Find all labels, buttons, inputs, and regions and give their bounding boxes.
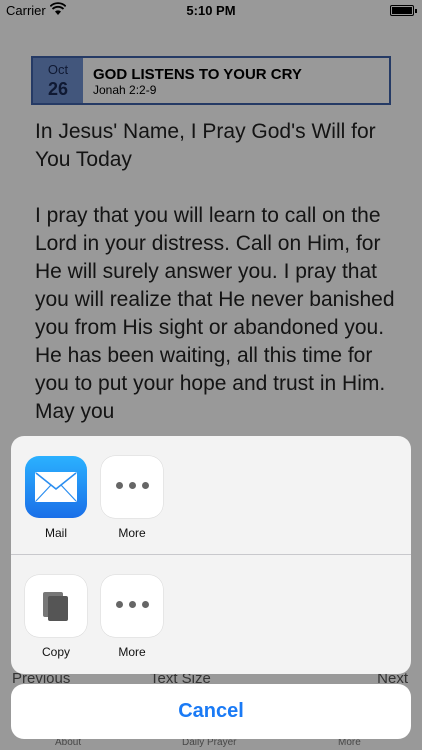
copy-label: Copy (41, 645, 70, 659)
share-mail-label: Mail (44, 526, 67, 540)
more-icon (101, 456, 163, 518)
more-icon (101, 575, 163, 637)
share-more-apps-label: More (118, 526, 146, 540)
copy-button[interactable]: Copy (25, 575, 87, 659)
share-mail-button[interactable]: Mail (25, 456, 87, 540)
cancel-button[interactable]: Cancel (11, 684, 411, 739)
copy-icon (25, 575, 87, 637)
share-more-actions-button[interactable]: More (101, 575, 163, 659)
share-sheet: Mail More Copy More (11, 436, 411, 674)
share-more-apps-button[interactable]: More (101, 456, 163, 540)
share-apps-row: Mail More (11, 436, 411, 554)
share-more-actions-label: More (118, 645, 146, 659)
mail-icon (25, 456, 87, 518)
share-actions-row: Copy More (11, 555, 411, 673)
